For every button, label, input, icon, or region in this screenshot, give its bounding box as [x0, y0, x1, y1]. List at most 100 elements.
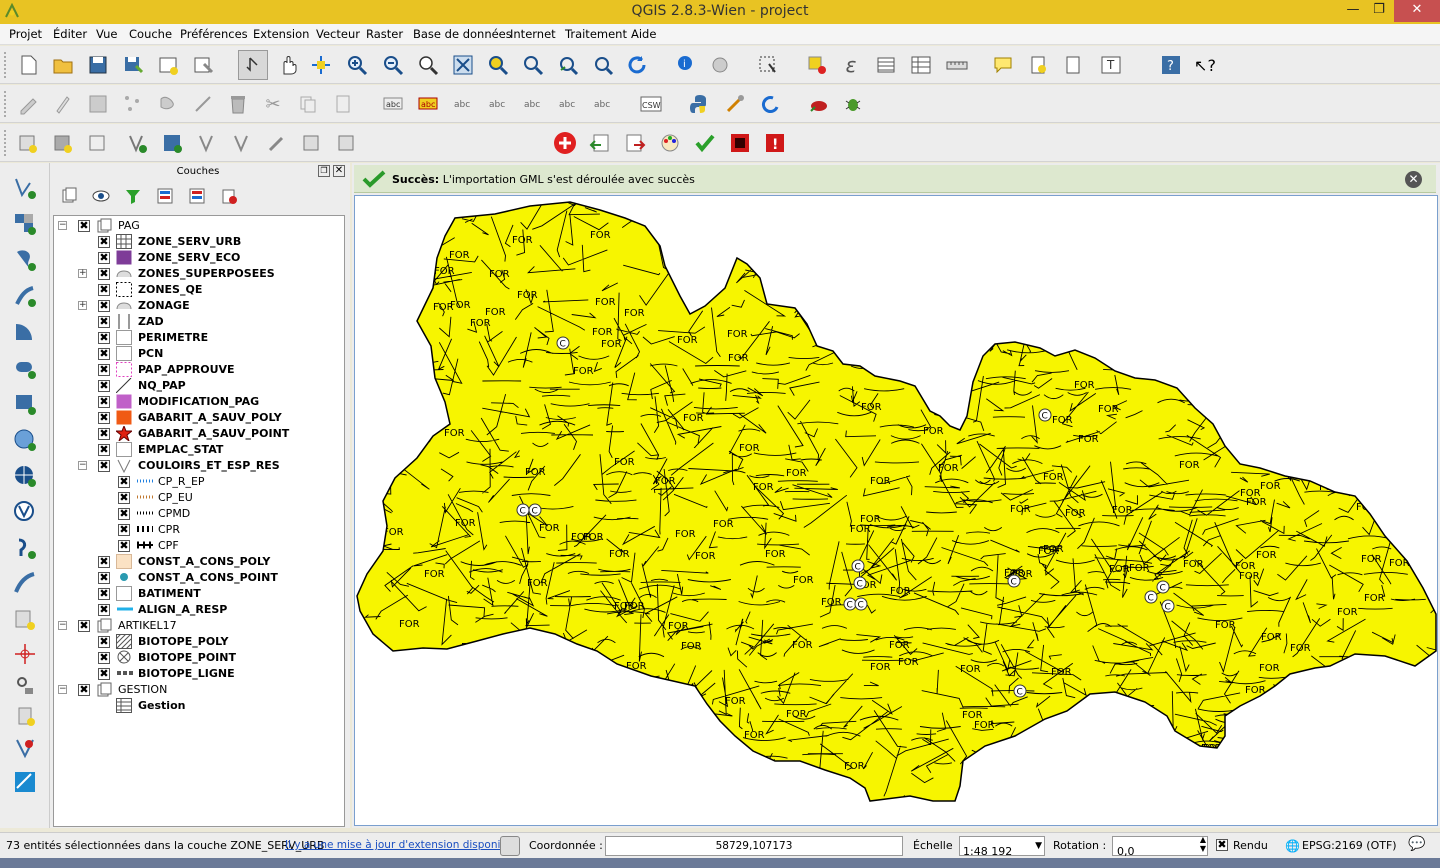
close-message-icon[interactable]: ✕ — [1405, 171, 1422, 188]
layer-row[interactable]: ✖ PCN — [54, 346, 344, 362]
expand-toggle-icon[interactable]: + — [78, 301, 87, 310]
expand-toggle-icon[interactable]: − — [58, 685, 67, 694]
add-vector-layer-icon[interactable] — [12, 175, 38, 201]
zoom-full-icon[interactable] — [450, 52, 476, 78]
layer-visibility-checkbox[interactable]: ✖ — [98, 636, 110, 648]
refresh-icon[interactable] — [624, 52, 650, 78]
node-tool-icon[interactable] — [190, 91, 216, 117]
rotation-field[interactable]: 0,0 ▲ ▼ — [1112, 835, 1208, 858]
move-feature-icon[interactable] — [155, 91, 181, 117]
zoom-out-icon[interactable] — [380, 52, 406, 78]
layer-row[interactable]: ✖ CP_EU — [54, 490, 344, 506]
layer-visibility-checkbox[interactable]: ✖ — [118, 476, 130, 488]
whats-this-icon[interactable]: ↖? — [1192, 52, 1218, 78]
add-grid-icon[interactable] — [159, 130, 185, 156]
gps-tool-icon[interactable] — [12, 703, 38, 729]
coordinate-field[interactable]: 58729,107173 — [605, 836, 903, 856]
undo-plugin-icon[interactable] — [757, 91, 783, 117]
layer-row[interactable]: + ✖ ZONES_SUPERPOSEES — [54, 266, 344, 282]
layer-row[interactable]: ✖ CONST_A_CONS_POINT — [54, 570, 344, 586]
layer-row[interactable]: − ✖ COULOIRS_ET_ESP_RES — [54, 458, 344, 474]
pan-to-selection-icon[interactable] — [308, 52, 334, 78]
new-bookmark-icon[interactable] — [1025, 52, 1051, 78]
statistics-icon[interactable] — [908, 52, 934, 78]
layer-row[interactable]: ✖ CONST_A_CONS_POLY — [54, 554, 344, 570]
layer-visibility-checkbox[interactable]: ✖ — [118, 540, 130, 552]
scale-field[interactable]: 1:48 192 ▼ — [959, 836, 1045, 858]
topology-checker-icon[interactable] — [12, 735, 38, 761]
float-panel-icon[interactable]: ❐ — [318, 165, 330, 177]
add-feature-icon[interactable] — [120, 91, 146, 117]
menu-couche[interactable]: Couche — [129, 27, 172, 41]
add-oracle-icon[interactable] — [12, 355, 38, 381]
csw-icon[interactable]: CSW — [638, 91, 664, 117]
add-mssql-icon[interactable] — [12, 319, 38, 345]
layer-visibility-checkbox[interactable]: ✖ — [98, 604, 110, 616]
menu-extension[interactable]: Extension — [253, 27, 309, 41]
scale-dropdown-icon[interactable]: ▼ — [1035, 837, 1042, 855]
show-hide-labels-icon[interactable]: abc — [485, 91, 511, 117]
layer-row[interactable]: ✖ ZAD — [54, 314, 344, 330]
menu-internet[interactable]: Internet — [510, 27, 556, 41]
layer-row[interactable]: ✖ EMPLAC_STAT — [54, 442, 344, 458]
map-tool-icon[interactable] — [12, 769, 38, 795]
layer-visibility-checkbox[interactable]: ✖ — [98, 300, 110, 312]
collapse-all-icon[interactable] — [184, 183, 210, 209]
layer-visibility-checkbox[interactable]: ✖ — [98, 652, 110, 664]
pan-selected-icon[interactable] — [238, 50, 268, 80]
layer-visibility-checkbox[interactable]: ✖ — [98, 444, 110, 456]
zoom-last-icon[interactable] — [555, 52, 581, 78]
add-delimited-text-icon[interactable] — [12, 535, 38, 561]
zoom-native-icon[interactable] — [415, 52, 441, 78]
zoom-in-icon[interactable] — [344, 52, 370, 78]
save-edits-icon[interactable] — [85, 91, 111, 117]
zoom-next-icon[interactable] — [590, 52, 616, 78]
layer-visibility-checkbox[interactable]: ✖ — [98, 284, 110, 296]
layer-visibility-checkbox[interactable]: ✖ — [98, 364, 110, 376]
field-calculator-icon[interactable]: ε — [838, 52, 864, 78]
expand-all-icon[interactable] — [152, 183, 178, 209]
layer-visibility-checkbox[interactable]: ✖ — [78, 220, 90, 232]
layer-visibility-checkbox[interactable]: ✖ — [98, 348, 110, 360]
remove-layer-icon[interactable] — [216, 183, 242, 209]
export-arrow-icon[interactable] — [622, 130, 648, 156]
zoom-to-selection-icon[interactable] — [485, 52, 511, 78]
menu-projet[interactable]: Projet — [9, 27, 42, 41]
crs-button[interactable]: EPSG:2169 (OTF) — [1302, 839, 1397, 852]
save-project-icon[interactable] — [85, 52, 111, 78]
import-arrow-icon[interactable] — [587, 130, 613, 156]
crosshair-icon[interactable] — [12, 641, 38, 667]
layer-group-row[interactable]: − ✖ GESTION — [54, 682, 344, 698]
close-button[interactable]: ✕ — [1394, 0, 1440, 22]
layer-group-row[interactable]: − ✖ ARTIKEL17 — [54, 618, 344, 634]
menu-traitement[interactable]: Traitement — [565, 27, 627, 41]
expand-toggle-icon[interactable]: − — [58, 221, 67, 230]
menu-vue[interactable]: Vue — [96, 27, 117, 41]
info-red-icon[interactable]: ! — [762, 130, 788, 156]
layer-row[interactable]: ✖ CPR — [54, 522, 344, 538]
layer-visibility-checkbox[interactable]: ✖ — [98, 268, 110, 280]
layer-visibility-checkbox[interactable]: ✖ — [98, 316, 110, 328]
menu-raster[interactable]: Raster — [366, 27, 403, 41]
layer-row[interactable]: ✖ CPMD — [54, 506, 344, 522]
plugin-red-icon[interactable] — [806, 91, 832, 117]
add-spatialite-icon[interactable] — [124, 130, 150, 156]
add-wfs-icon[interactable] — [229, 130, 255, 156]
layer-row[interactable]: ✖ ZONE_SERV_ECO — [54, 250, 344, 266]
text-annotation-icon[interactable]: T — [1098, 52, 1124, 78]
layer-row[interactable]: + ✖ ZONAGE — [54, 298, 344, 314]
expand-toggle-icon[interactable]: − — [78, 461, 87, 470]
add-wfs-layer-icon[interactable] — [12, 499, 38, 525]
zoom-to-layer-icon[interactable] — [520, 52, 546, 78]
menu-base-de-donnees[interactable]: Base de données — [413, 27, 512, 41]
layer-visibility-checkbox[interactable]: ✖ — [118, 508, 130, 520]
deselect-icon[interactable] — [804, 52, 830, 78]
layer-visibility-checkbox[interactable]: ✖ — [98, 396, 110, 408]
filter-legend-icon[interactable] — [120, 183, 146, 209]
measure-icon[interactable] — [944, 52, 970, 78]
add-spatialite-layer-icon[interactable] — [12, 283, 38, 309]
layer-row[interactable]: ✖ GABARIT_A_SAUV_POINT — [54, 424, 344, 443]
layer-visibility-checkbox[interactable]: ✖ — [98, 556, 110, 568]
layer-visibility-checkbox[interactable]: ✖ — [98, 252, 110, 264]
manage-visibility-icon[interactable] — [90, 183, 116, 209]
